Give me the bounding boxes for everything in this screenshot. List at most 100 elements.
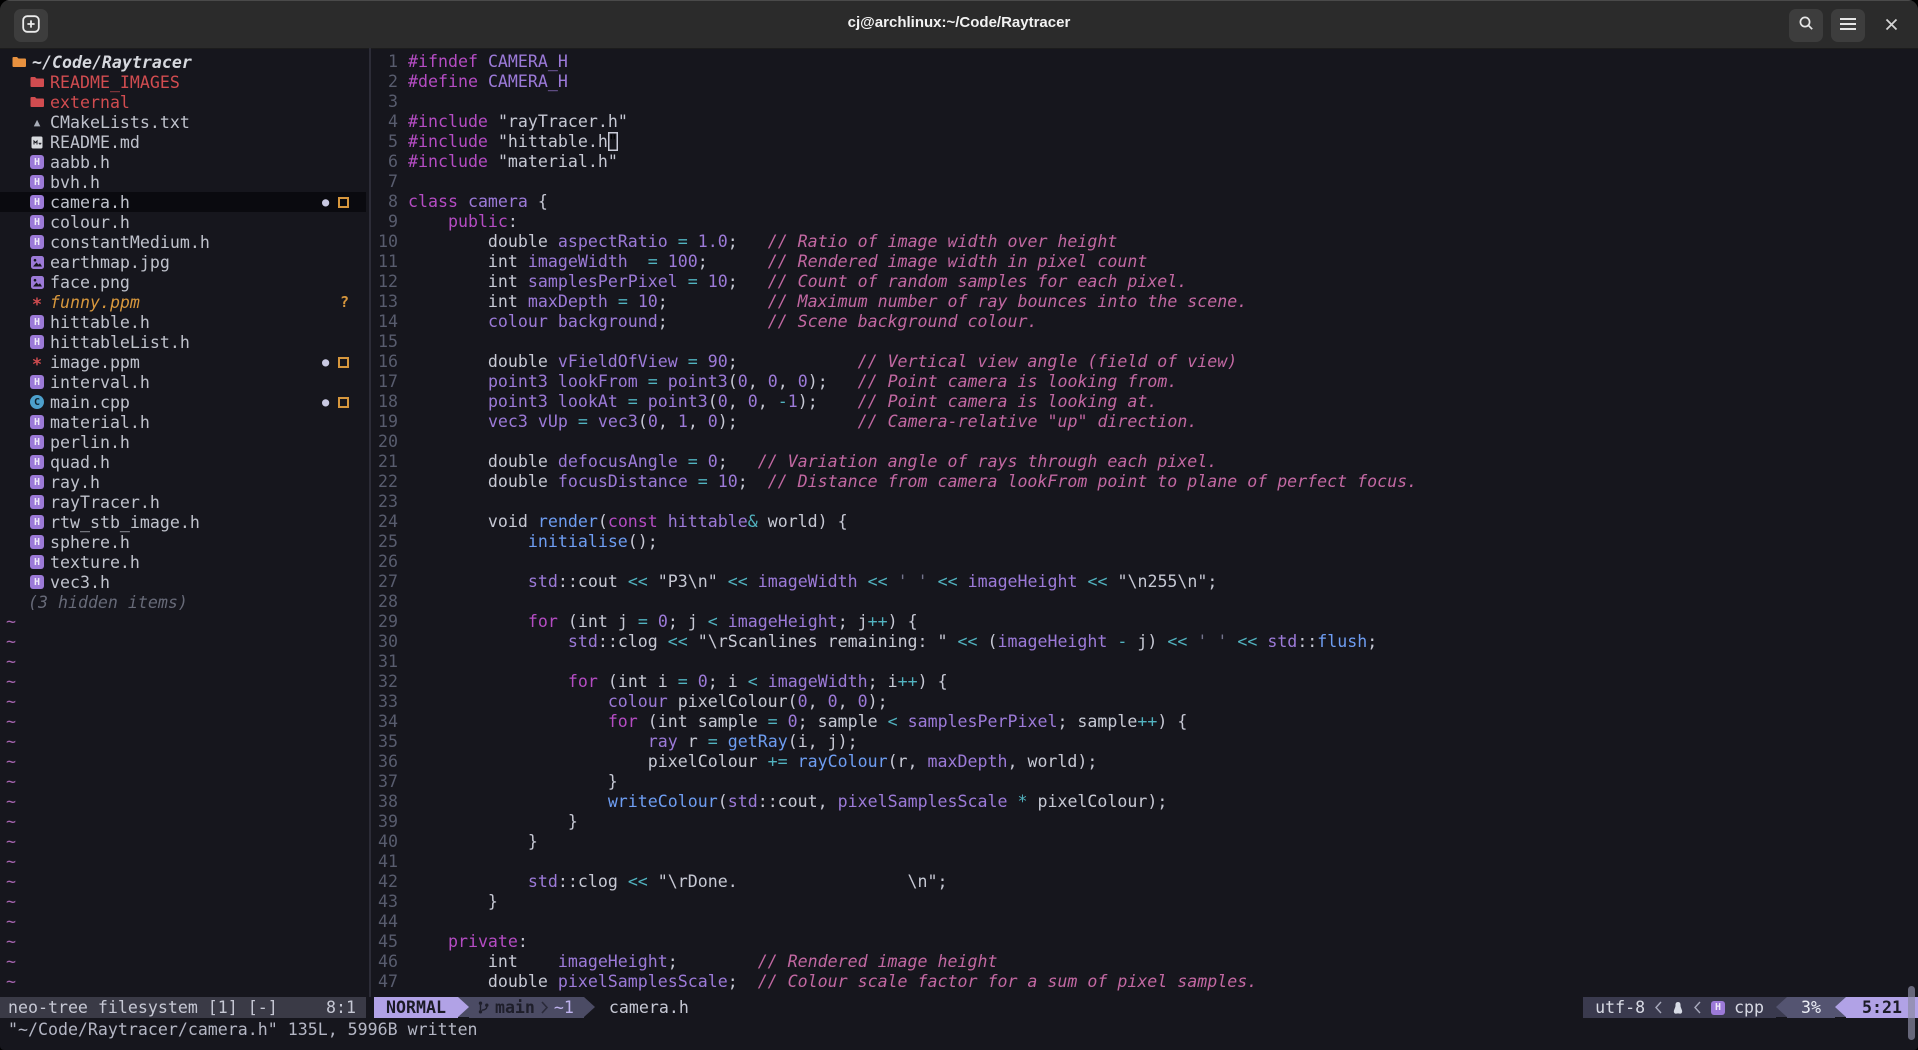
code-line-22[interactable]: 22 double focusDistance = 10; // Distanc…	[378, 472, 1417, 492]
mode-indicator: NORMAL	[374, 997, 458, 1018]
code-line-2[interactable]: 2#define CAMERA_H	[378, 72, 568, 92]
code-line-19[interactable]: 19 vec3 vUp = vec3(0, 1, 0); // Camera-r…	[378, 412, 1197, 432]
tree-item-earthmap.jpg[interactable]: earthmap.jpg	[0, 252, 366, 272]
tree-item-sphere.h[interactable]: Hsphere.h	[0, 532, 366, 552]
code-line-20[interactable]: 20	[378, 432, 408, 452]
image-file-icon	[28, 256, 46, 269]
code-line-45[interactable]: 45 private:	[378, 932, 528, 952]
powerline-separator	[584, 997, 595, 1017]
tree-item-interval.h[interactable]: Hinterval.h	[0, 372, 366, 392]
cpp-header-file-icon: H	[28, 535, 46, 549]
tree-item-image.ppm[interactable]: *image.ppm●	[0, 352, 366, 372]
tree-item-texture.h[interactable]: Htexture.h	[0, 552, 366, 572]
code-line-17[interactable]: 17 point3 lookFrom = point3(0, 0, 0); //…	[378, 372, 1177, 392]
code-line-36[interactable]: 36 pixelColour += rayColour(r, maxDepth,…	[378, 752, 1097, 772]
empty-line-tilde: ~	[6, 732, 26, 752]
code-line-8[interactable]: 8class camera {	[378, 192, 548, 212]
code-line-14[interactable]: 14 colour background; // Scene backgroun…	[378, 312, 1037, 332]
tree-item-colour.h[interactable]: Hcolour.h	[0, 212, 366, 232]
code-line-25[interactable]: 25 initialise();	[378, 532, 658, 552]
code-line-26[interactable]: 26	[378, 552, 408, 572]
empty-line-tilde: ~	[6, 692, 26, 712]
code-line-47[interactable]: 47 double pixelSamplesScale; // Colour s…	[378, 972, 1257, 992]
menu-button[interactable]	[1831, 9, 1865, 42]
tree-item-quad.h[interactable]: Hquad.h	[0, 452, 366, 472]
code-line-24[interactable]: 24 void render(const hittable& world) {	[378, 512, 848, 532]
tree-item-hittable.h[interactable]: Hhittable.h	[0, 312, 366, 332]
tree-item-rtw_stb_image.h[interactable]: Hrtw_stb_image.h	[0, 512, 366, 532]
code-line-12[interactable]: 12 int samplesPerPixel = 10; // Count of…	[378, 272, 1187, 292]
tree-item-main.cpp[interactable]: Cmain.cpp●	[0, 392, 366, 412]
chevron-left-icon	[1654, 1000, 1663, 1015]
code-line-18[interactable]: 18 point3 lookAt = point3(0, 0, -1); // …	[378, 392, 1157, 412]
tree-item-bvh.h[interactable]: Hbvh.h	[0, 172, 366, 192]
tree-item-CMakeLists.txt[interactable]: ▲CMakeLists.txt	[0, 112, 366, 132]
code-line-9[interactable]: 9 public:	[378, 212, 518, 232]
tree-item-external[interactable]: external	[0, 92, 366, 112]
git-branch-segment: main ~1	[469, 997, 584, 1018]
code-line-41[interactable]: 41	[378, 852, 408, 872]
cpp-header-file-icon: H	[28, 555, 46, 569]
code-line-35[interactable]: 35 ray r = getRay(i, j);	[378, 732, 858, 752]
tree-item-perlin.h[interactable]: Hperlin.h	[0, 432, 366, 452]
tree-item-material.h[interactable]: Hmaterial.h	[0, 412, 366, 432]
tree-item-ray.h[interactable]: Hray.h	[0, 472, 366, 492]
code-line-21[interactable]: 21 double defocusAngle = 0; // Variation…	[378, 452, 1217, 472]
scroll-percent: 3%	[1787, 997, 1835, 1018]
tree-item-aabb.h[interactable]: Haabb.h	[0, 152, 366, 172]
code-line-16[interactable]: 16 double vFieldOfView = 90; // Vertical…	[378, 352, 1237, 372]
code-line-10[interactable]: 10 double aspectRatio = 1.0; // Ratio of…	[378, 232, 1117, 252]
code-line-6[interactable]: 6#include "material.h"	[378, 152, 618, 172]
git-diff-count: ~1	[554, 997, 574, 1018]
folder-open-icon	[10, 56, 28, 68]
tree-item-face.png[interactable]: face.png	[0, 272, 366, 292]
code-line-39[interactable]: 39 }	[378, 812, 578, 832]
code-line-13[interactable]: 13 int maxDepth = 10; // Maximum number …	[378, 292, 1247, 312]
tree-item-vec3.h[interactable]: Hvec3.h	[0, 572, 366, 592]
tree-item-label: README.md	[50, 133, 140, 152]
scrollbar-thumb[interactable]	[1908, 986, 1915, 1040]
line-number: 36	[378, 752, 398, 772]
code-line-40[interactable]: 40 }	[378, 832, 538, 852]
code-line-4[interactable]: 4#include "rayTracer.h"	[378, 112, 628, 132]
code-line-38[interactable]: 38 writeColour(std::cout, pixelSamplesSc…	[378, 792, 1167, 812]
tree-item-label: rtw_stb_image.h	[50, 513, 200, 532]
tree-item-label: material.h	[50, 413, 150, 432]
close-button[interactable]	[1874, 9, 1908, 42]
tree-item-CodeRaytracer[interactable]: ~/Code/Raytracer	[0, 52, 366, 72]
code-line-23[interactable]: 23	[378, 492, 408, 512]
code-line-43[interactable]: 43 }	[378, 892, 498, 912]
code-line-34[interactable]: 34 for (int sample = 0; sample < samples…	[378, 712, 1187, 732]
line-number: 24	[378, 512, 398, 532]
git-branch-name: main	[495, 997, 535, 1018]
code-line-37[interactable]: 37 }	[378, 772, 618, 792]
code-line-1[interactable]: 1#ifndef CAMERA_H	[378, 52, 568, 72]
code-line-33[interactable]: 33 colour pixelColour(0, 0, 0);	[378, 692, 888, 712]
line-number: 1	[378, 52, 398, 72]
code-line-42[interactable]: 42 std::clog << "\rDone. \n";	[378, 872, 948, 892]
tree-item-rayTracer.h[interactable]: HrayTracer.h	[0, 492, 366, 512]
code-line-32[interactable]: 32 for (int i = 0; i < imageWidth; i++) …	[378, 672, 948, 692]
neotree-statusline: neo-tree filesystem [1] [-] 8:1	[0, 997, 366, 1018]
code-line-7[interactable]: 7	[378, 172, 408, 192]
code-line-30[interactable]: 30 std::clog << "\rScanlines remaining: …	[378, 632, 1377, 652]
code-line-5[interactable]: 5#include "hittable.h"	[378, 132, 618, 152]
file-tree-panel: ~/Code/RaytracerREADME_IMAGESexternal▲CM…	[0, 48, 366, 997]
code-line-46[interactable]: 46 int imageHeight; // Rendered image he…	[378, 952, 997, 972]
search-button[interactable]	[1789, 9, 1823, 42]
code-line-11[interactable]: 11 int imageWidth = 100; // Rendered ima…	[378, 252, 1147, 272]
tree-item-README.md[interactable]: README.md	[0, 132, 366, 152]
code-line-28[interactable]: 28	[378, 592, 408, 612]
tree-item-funny.ppm[interactable]: *funny.ppm?	[0, 292, 366, 312]
tree-item-camera.h[interactable]: Hcamera.h●	[0, 192, 366, 212]
code-line-31[interactable]: 31	[378, 652, 408, 672]
tree-item-hittableList.h[interactable]: HhittableList.h	[0, 332, 366, 352]
code-line-27[interactable]: 27 std::cout << "P3\n" << imageWidth << …	[378, 572, 1217, 592]
code-line-44[interactable]: 44	[378, 912, 408, 932]
tree-item-README_IMAGES[interactable]: README_IMAGES	[0, 72, 366, 92]
code-line-29[interactable]: 29 for (int j = 0; j < imageHeight; j++)…	[378, 612, 918, 632]
tree-item-label: external	[50, 93, 130, 112]
tree-item-constantMedium.h[interactable]: HconstantMedium.h	[0, 232, 366, 252]
code-line-3[interactable]: 3	[378, 92, 408, 112]
code-line-15[interactable]: 15	[378, 332, 408, 352]
